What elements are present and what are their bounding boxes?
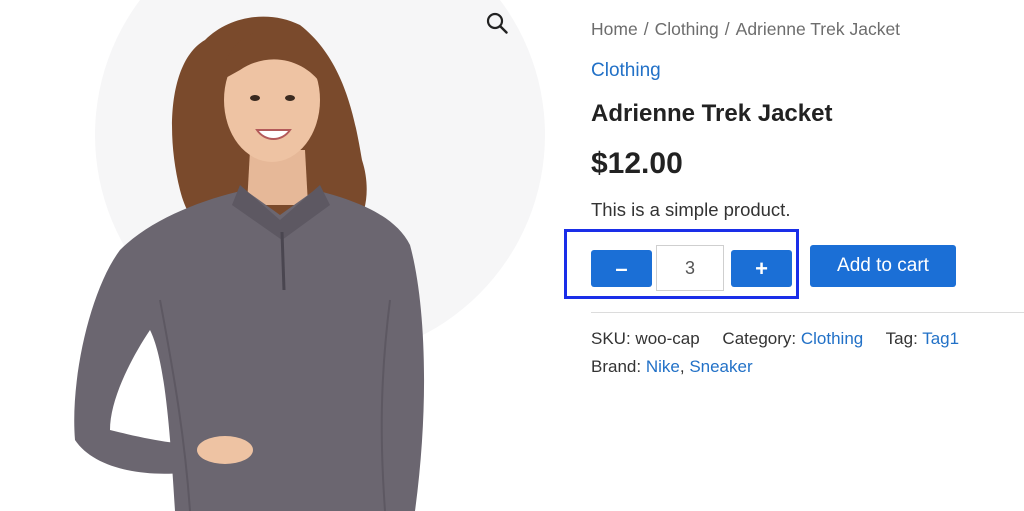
product-meta: SKU: woo-cap Category: Clothing Tag: Tag… (591, 325, 959, 381)
add-to-cart-button[interactable]: Add to cart (810, 245, 956, 287)
breadcrumb: Home / Clothing / Adrienne Trek Jacket (591, 19, 900, 40)
eye-shape (285, 95, 295, 101)
breadcrumb-home-link[interactable]: Home (591, 19, 638, 39)
product-summary: Home / Clothing / Adrienne Trek Jacket Cloth… (564, 0, 1024, 511)
brand-link-sneaker[interactable]: Sneaker (689, 357, 752, 376)
product-title: Adrienne Trek Jacket (591, 100, 833, 127)
brand-separator: , (679, 357, 685, 376)
breadcrumb-current: Adrienne Trek Jacket (735, 19, 901, 39)
tag-link[interactable]: Tag1 (922, 329, 959, 348)
brand-link-nike[interactable]: Nike (646, 357, 680, 376)
quantity-increase-button[interactable]: + (731, 250, 792, 287)
zoom-button[interactable] (486, 12, 524, 50)
quantity-decrease-button[interactable]: – (591, 250, 652, 287)
sku-label: SKU: (591, 329, 631, 348)
hand-shape (197, 436, 253, 464)
magnifier-icon (486, 12, 508, 34)
breadcrumb-clothing-link[interactable]: Clothing (655, 19, 719, 39)
category-link[interactable]: Clothing (801, 329, 863, 348)
tag-label: Tag: (885, 329, 918, 348)
divider (591, 312, 1024, 313)
zipper-line (280, 231, 286, 291)
product-price: $12.00 (591, 147, 683, 180)
product-category-link[interactable]: Clothing (591, 60, 661, 82)
breadcrumb-separator: / (724, 19, 730, 39)
brand-label: Brand: (591, 357, 642, 376)
sku-value: woo-cap (635, 329, 700, 348)
eye-shape (250, 95, 260, 101)
category-label: Category: (722, 329, 797, 348)
product-gallery (0, 0, 560, 511)
product-image[interactable] (0, 0, 560, 511)
quantity-input[interactable] (656, 245, 724, 291)
product-short-description: This is a simple product. (591, 199, 791, 220)
breadcrumb-separator: / (643, 19, 649, 39)
